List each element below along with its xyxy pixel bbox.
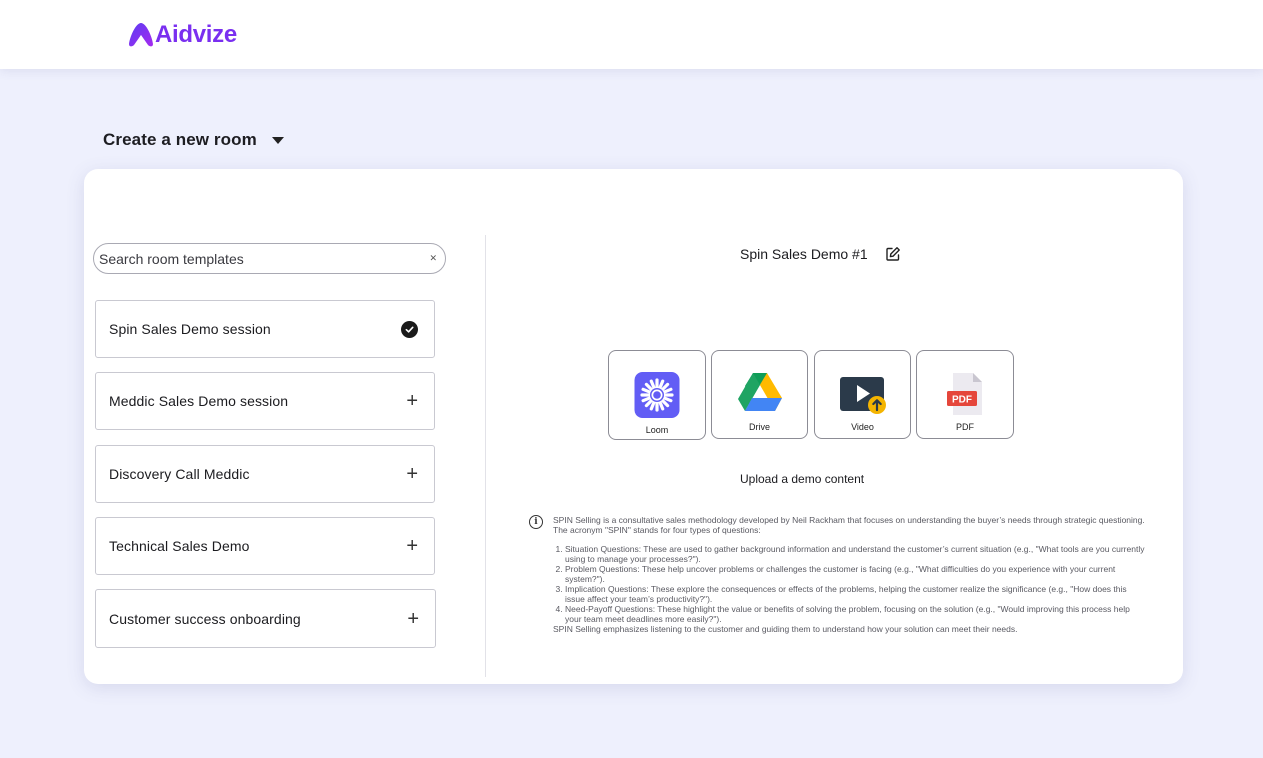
aidvize-logo-icon	[129, 23, 153, 47]
list-item: Problem Questions: These help uncover pr…	[565, 564, 1148, 584]
list-item: Need-Payoff Questions: These highlight t…	[565, 604, 1148, 624]
source-loom-button[interactable]: Loom	[608, 350, 706, 440]
room-builder-card: ✕ Spin Sales Demo session Meddic Sales D…	[84, 169, 1183, 684]
description-intro: SPIN Selling is a consultative sales met…	[553, 515, 1145, 535]
plus-icon[interactable]: +	[406, 536, 418, 556]
check-circle-icon	[401, 320, 418, 338]
video-upload-icon	[838, 375, 888, 420]
brand-name: Aidvize	[155, 21, 237, 48]
pdf-file-icon: PDF	[944, 372, 986, 421]
list-item: Situation Questions: These are used to g…	[565, 544, 1148, 564]
source-drive-button[interactable]: Drive	[711, 350, 808, 439]
loom-icon	[634, 372, 680, 423]
edit-icon[interactable]	[885, 246, 901, 262]
template-label: Spin Sales Demo session	[109, 321, 271, 337]
template-label: Discovery Call Meddic	[109, 466, 250, 482]
source-label: Drive	[748, 422, 770, 432]
template-label: Technical Sales Demo	[109, 538, 250, 554]
plus-icon[interactable]: +	[406, 464, 418, 484]
template-label: Meddic Sales Demo session	[109, 393, 289, 409]
plus-icon[interactable]: +	[406, 391, 418, 411]
brand-logo[interactable]: Aidvize	[128, 20, 237, 50]
info-icon: i	[529, 515, 543, 529]
template-search: ✕	[93, 243, 446, 274]
search-input[interactable]	[99, 250, 430, 267]
template-item-technical-sales-demo[interactable]: Technical Sales Demo +	[95, 517, 435, 575]
google-drive-icon	[737, 373, 782, 417]
template-item-customer-success-onboarding[interactable]: Customer success onboarding +	[95, 589, 436, 648]
upload-demo-label: Upload a demo content	[740, 472, 865, 486]
pdf-badge-text: PDF	[952, 395, 972, 406]
demo-title-row: Spin Sales Demo #1	[740, 246, 901, 262]
template-item-spin-sales-demo[interactable]: Spin Sales Demo session	[95, 300, 435, 358]
top-bar: Aidvize	[0, 0, 1263, 69]
close-icon[interactable]: ✕	[429, 253, 437, 264]
description-outro: SPIN Selling emphasizes listening to the…	[553, 624, 1018, 634]
list-item: Implication Questions: These explore the…	[565, 584, 1148, 604]
plus-icon[interactable]: +	[407, 609, 419, 629]
question-types-list: Situation Questions: These are used to g…	[565, 544, 1148, 624]
template-item-discovery-call-meddic[interactable]: Discovery Call Meddic +	[95, 445, 435, 503]
caret-down-icon	[271, 137, 284, 144]
source-label: Loom	[645, 425, 669, 435]
page-title: Create a new room	[103, 130, 257, 149]
source-pdf-button[interactable]: PDF PDF	[916, 350, 1014, 439]
source-label: PDF	[956, 422, 974, 432]
template-label: Customer success onboarding	[109, 610, 301, 627]
template-item-meddic-sales-demo[interactable]: Meddic Sales Demo session +	[95, 372, 435, 430]
source-label: Video	[851, 422, 874, 432]
create-room-dropdown[interactable]: Create a new room	[103, 130, 284, 150]
spin-description: SPIN Selling is a consultative sales met…	[553, 515, 1148, 634]
panel-divider	[485, 235, 486, 677]
demo-title: Spin Sales Demo #1	[740, 246, 868, 262]
source-video-button[interactable]: Video	[814, 350, 911, 439]
